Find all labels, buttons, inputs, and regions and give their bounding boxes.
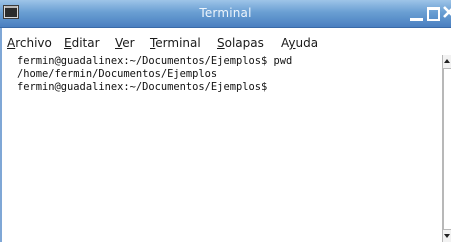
- scrollbar-thumb[interactable]: [443, 68, 451, 230]
- close-icon: [443, 6, 451, 18]
- menu-solapas-label: olapas: [224, 36, 264, 50]
- terminal-line: fermin@guadalinex:~/Documentos/Ejemplos$: [17, 81, 268, 93]
- menu-terminal[interactable]: Terminal: [150, 36, 201, 50]
- menu-archivo-mnemonic: A: [7, 36, 16, 50]
- maximize-button[interactable]: [427, 5, 440, 22]
- menu-ayuda[interactable]: Ayuda: [281, 36, 318, 50]
- menu-editar-label: ditar: [71, 36, 100, 50]
- minimize-button[interactable]: [410, 5, 424, 22]
- close-button[interactable]: [443, 5, 451, 22]
- maximize-icon: [427, 7, 440, 21]
- menu-solapas-mnemonic: S: [217, 36, 225, 50]
- menu-terminal-label: erminal: [155, 36, 201, 50]
- terminal-line: fermin@guadalinex:~/Documentos/Ejemplos$…: [17, 55, 293, 67]
- menu-ver[interactable]: Ver: [115, 36, 135, 50]
- title-bar[interactable]: Terminal: [0, 0, 451, 28]
- menu-ver-label: er: [122, 36, 135, 50]
- menu-editar[interactable]: Editar: [64, 36, 100, 50]
- scroll-down-icon[interactable]: [444, 234, 450, 238]
- menu-solapas[interactable]: Solapas: [217, 36, 264, 50]
- menu-ayuda-label: uda: [295, 36, 319, 50]
- menu-archivo[interactable]: Archivo: [7, 36, 52, 50]
- terminal-output[interactable]: fermin@guadalinex:~/Documentos/Ejemplos$…: [17, 55, 437, 242]
- scroll-up-icon[interactable]: [444, 59, 450, 63]
- menu-bar: Archivo Editar Ver Terminal Solapas Ayud…: [0, 34, 451, 54]
- minimize-icon: [410, 18, 423, 21]
- window-left-border: [0, 28, 2, 242]
- menu-editar-mnemonic: E: [64, 36, 72, 50]
- terminal-line: /home/fermin/Documentos/Ejemplos: [17, 68, 218, 80]
- menu-ayuda-mnemonic: y: [288, 36, 296, 50]
- window-title: Terminal: [199, 6, 252, 20]
- menu-archivo-label: rchivo: [15, 36, 52, 50]
